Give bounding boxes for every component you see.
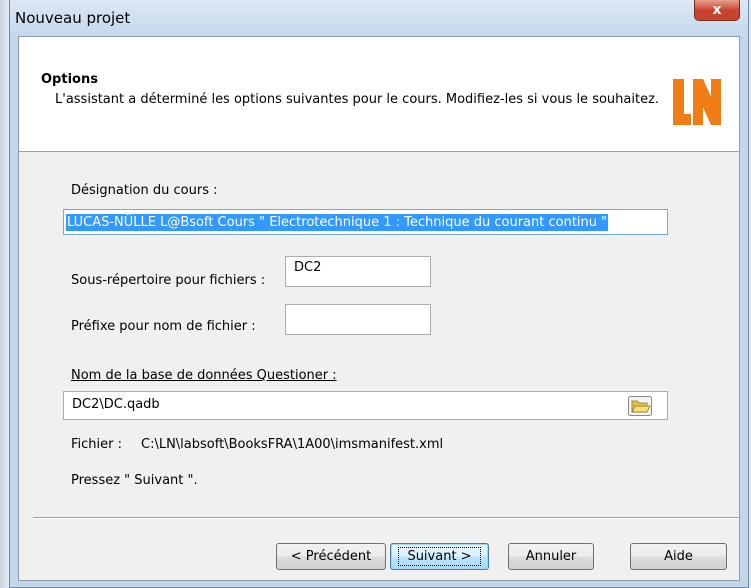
- dialog-client-area: Options L'assistant a déterminé les opti…: [18, 36, 740, 581]
- db-path-field[interactable]: DC2\DC.qadb: [63, 391, 668, 420]
- window-title: Nouveau projet: [15, 9, 131, 27]
- header-description: L'assistant a déterminé les options suiv…: [55, 92, 660, 107]
- cancel-button[interactable]: Annuler: [508, 543, 594, 570]
- cancel-button-label: Annuler: [525, 549, 577, 564]
- close-button[interactable]: x: [694, 0, 740, 21]
- db-label: Nom de la base de données Questioner :: [71, 368, 337, 383]
- help-button[interactable]: Aide: [630, 543, 727, 570]
- file-label: Fichier :: [71, 437, 122, 452]
- button-separator: [33, 517, 739, 519]
- subdir-label: Sous-répertoire pour fichiers :: [71, 273, 266, 288]
- wizard-header: Options L'assistant a déterminé les opti…: [19, 37, 739, 152]
- prefix-field[interactable]: [285, 304, 431, 335]
- subdir-field[interactable]: DC2: [285, 256, 431, 287]
- help-button-label: Aide: [664, 549, 693, 564]
- close-icon: x: [712, 1, 722, 18]
- next-button[interactable]: Suivant >: [390, 543, 489, 570]
- previous-button[interactable]: < Précédent: [276, 543, 386, 570]
- course-name-label: Désignation du cours :: [71, 183, 218, 198]
- logo-text: LN: [671, 77, 673, 78]
- ln-logo: LN: [671, 77, 721, 125]
- previous-button-label: < Précédent: [290, 549, 372, 564]
- browse-button[interactable]: [626, 394, 654, 418]
- background-window-edge: [0, 0, 9, 588]
- wizard-window: Nouveau projet x Options L'assistant a d…: [9, 0, 749, 588]
- title-bar[interactable]: Nouveau projet x: [10, 0, 748, 36]
- next-button-label: Suivant >: [398, 547, 481, 566]
- header-title: Options: [41, 72, 98, 87]
- prefix-label: Préfixe pour nom de fichier :: [71, 319, 256, 334]
- hint-text: Pressez " Suivant ".: [71, 473, 198, 488]
- course-name-field[interactable]: LUCAS-NÜLLE L@Bsoft Cours " Electrotechn…: [63, 209, 668, 235]
- file-path: C:\LN\labsoft\BooksFRA\1A00\imsmanifest.…: [141, 437, 444, 452]
- folder-open-icon: [628, 396, 652, 416]
- course-name-value: LUCAS-NÜLLE L@Bsoft Cours " Electrotechn…: [66, 214, 609, 231]
